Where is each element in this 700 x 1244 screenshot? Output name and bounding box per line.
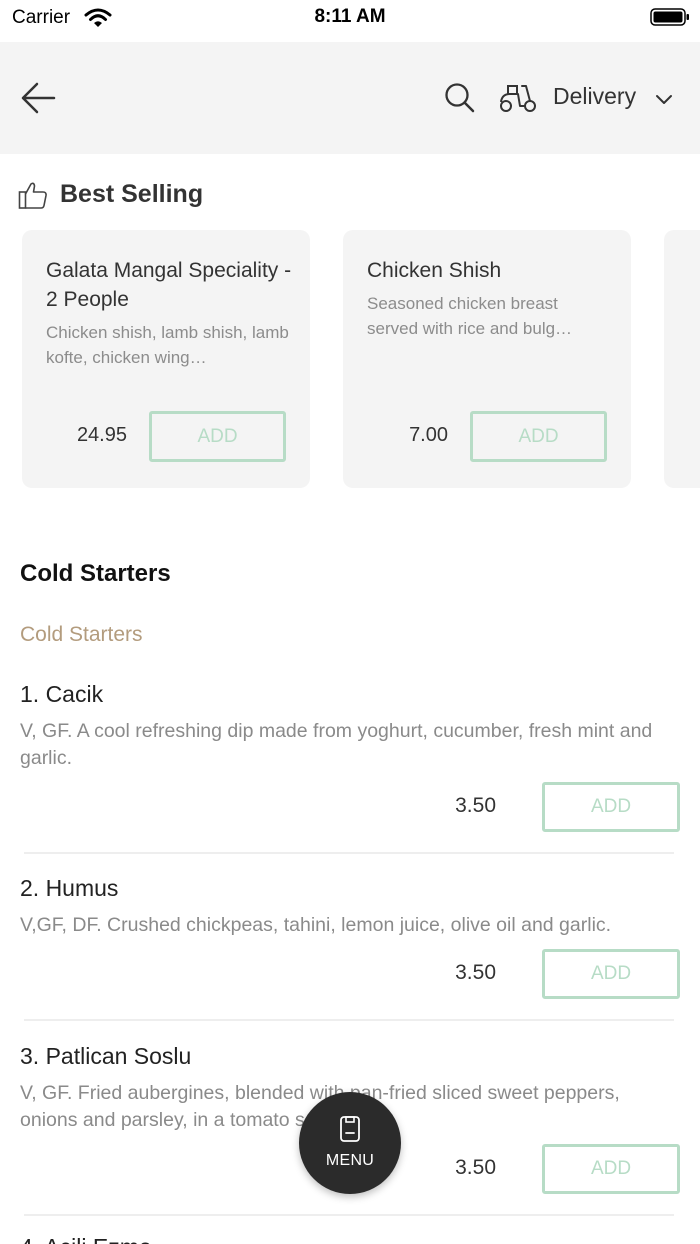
- category-subheading: Cold Starters: [20, 623, 143, 646]
- best-selling-card-partial[interactable]: [664, 230, 700, 488]
- card-title: Chicken Shish: [367, 259, 502, 282]
- back-arrow-icon[interactable]: [20, 81, 56, 115]
- menu-item-price: 3.50: [455, 794, 496, 817]
- status-time: 8:11 AM: [314, 6, 386, 27]
- menu-item-description: V,GF, DF. Crushed chickpeas, tahini, lem…: [20, 914, 612, 936]
- add-button[interactable]: ADD: [542, 782, 680, 832]
- menu-item-price: 3.50: [455, 1156, 496, 1179]
- best-selling-card[interactable]: Chicken Shish Seasoned chicken breast se…: [343, 230, 631, 488]
- menu-item-title[interactable]: 1. Cacik: [20, 681, 103, 708]
- best-selling-card[interactable]: Galata Mangal Speciality - 2 People Chic…: [22, 230, 310, 488]
- card-description: Seasoned chicken breast served with rice…: [367, 294, 573, 338]
- top-navigation-bar: Delivery: [0, 42, 700, 154]
- menu-item-title[interactable]: 2. Humus: [20, 875, 118, 902]
- menu-item-title[interactable]: 4. Acili Ezme: [20, 1234, 152, 1244]
- card-description: Chicken shish, lamb shish, lamb kofte, c…: [46, 323, 289, 367]
- scooter-icon[interactable]: [498, 82, 538, 114]
- thumbs-up-icon: [18, 182, 47, 209]
- menu-book-icon: [340, 1116, 360, 1142]
- category-heading: Cold Starters: [20, 560, 171, 587]
- add-button[interactable]: ADD: [542, 1144, 680, 1194]
- menu-item-price: 3.50: [455, 961, 496, 984]
- status-bar: Carrier 8:11 AM: [0, 0, 700, 40]
- add-button[interactable]: ADD: [470, 411, 607, 462]
- delivery-mode-selector[interactable]: Delivery: [553, 83, 636, 110]
- divider: [24, 1019, 674, 1021]
- menu-item-description: V, GF. A cool refreshing dip made from y…: [20, 720, 653, 769]
- card-price: 24.95: [76, 424, 127, 446]
- menu-button-label: MENU: [325, 1152, 375, 1169]
- card-price: 7.00: [409, 424, 448, 446]
- search-icon[interactable]: [444, 82, 476, 114]
- battery-icon: [650, 8, 689, 26]
- menu-item-title[interactable]: 3. Patlican Soslu: [20, 1043, 191, 1070]
- divider: [24, 1214, 674, 1216]
- menu-button[interactable]: MENU: [299, 1092, 401, 1194]
- add-button[interactable]: ADD: [542, 949, 680, 999]
- divider: [24, 852, 674, 854]
- best-selling-title: Best Selling: [60, 180, 204, 208]
- add-button[interactable]: ADD: [149, 411, 286, 462]
- chevron-down-icon[interactable]: [654, 92, 674, 106]
- card-title: Galata Mangal Speciality - 2 People: [46, 259, 292, 311]
